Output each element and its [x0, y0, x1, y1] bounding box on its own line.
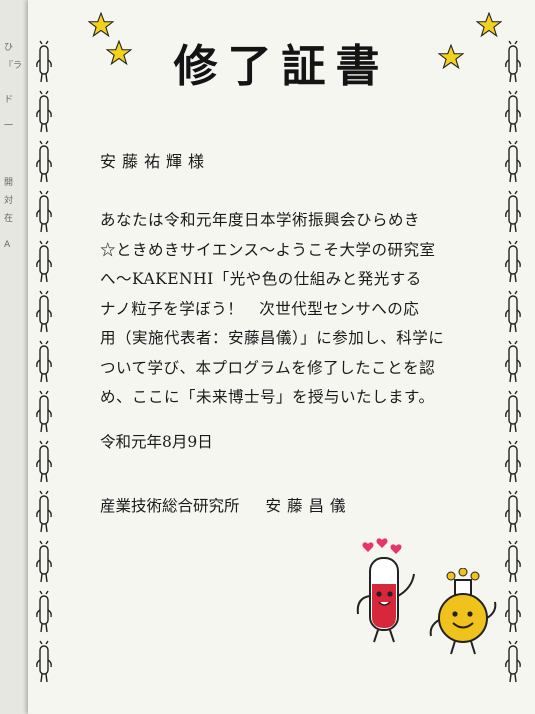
background-text: 一	[4, 121, 14, 131]
test-tube-mascot-icon	[505, 40, 521, 83]
issuer-organization: 産業技術総合研究所	[100, 497, 240, 515]
test-tube-mascot-icon	[36, 90, 52, 133]
background-text: ド	[4, 95, 14, 105]
issuer-signer: 安藤昌儀	[265, 497, 352, 515]
test-tube-mascot-icon	[36, 640, 52, 683]
test-tube-mascot-icon	[36, 240, 52, 283]
background-text: 『ラ	[4, 61, 23, 71]
certificate-body: あなたは令和元年度日本学術振興会ひらめき ☆ときめきサイエンス～ようこそ大学の研…	[100, 206, 498, 413]
test-tube-mascot-icon	[36, 590, 52, 633]
test-tube-mascot-icon	[505, 390, 521, 433]
test-tube-mascot-icon	[36, 540, 52, 583]
issuer-line: 産業技術総合研究所 安藤昌儀	[100, 494, 498, 516]
test-tube-mascot-icon	[505, 640, 521, 683]
test-tube-mascot-icon	[505, 290, 521, 333]
flask-character-icon	[429, 568, 497, 655]
body-line: ついて学び、本プログラムを修了したことを認	[100, 358, 436, 377]
body-line: ☆ときめきサイエンス～ようこそ大学の研究室	[100, 240, 436, 259]
test-tube-mascot-icon	[505, 90, 521, 133]
test-tube-mascot-icon	[505, 540, 521, 583]
test-tube-mascot-icon	[505, 140, 521, 183]
test-tube-mascot-icon	[36, 290, 52, 333]
body-line: め、ここに「未来博士号」を授与いたします。	[100, 388, 435, 406]
background-text: 在	[4, 214, 14, 224]
test-tube-mascot-icon	[505, 340, 521, 383]
test-tube-mascot-icon	[505, 590, 521, 633]
recipient-name: 安藤祐輝様	[100, 152, 211, 171]
test-tube-character-icon	[356, 538, 415, 643]
border-left	[34, 40, 58, 690]
background-text: ひ	[4, 43, 14, 53]
test-tube-mascot-icon	[36, 40, 52, 83]
certificate-title: 修了証書	[173, 41, 390, 92]
body-line: ナノ粒子を学ぼう！ 次世代型センサへの応	[100, 299, 420, 318]
background-text: 対	[4, 196, 14, 206]
background-text: 開	[4, 178, 14, 188]
body-line: へ～KAKENHI「光や色の仕組みと発光する	[100, 270, 422, 288]
test-tube-mascot-icon	[36, 340, 52, 383]
background-text: A	[4, 240, 11, 250]
test-tube-mascot-icon	[505, 240, 521, 283]
test-tube-mascot-icon	[505, 490, 521, 533]
issue-date: 令和元年8月9日	[100, 433, 213, 451]
border-right	[503, 40, 527, 690]
test-tube-mascot-icon	[505, 190, 521, 233]
certificate-paper: 修了証書 安藤祐輝様 あなたは令和元年度日本学術振興会ひらめき ☆ときめきサイエ…	[28, 0, 535, 714]
test-tube-mascot-icon	[505, 440, 521, 483]
body-line: 用（実施代表者：安藤昌儀）」に参加し、科学に	[100, 329, 445, 347]
test-tube-mascot-icon	[36, 390, 52, 433]
test-tube-mascot-icon	[36, 140, 52, 183]
test-tube-mascot-icon	[36, 440, 52, 483]
test-tube-mascot-icon	[36, 190, 52, 233]
test-tube-mascot-icon	[36, 490, 52, 533]
body-line: あなたは令和元年度日本学術振興会ひらめき	[100, 211, 421, 229]
